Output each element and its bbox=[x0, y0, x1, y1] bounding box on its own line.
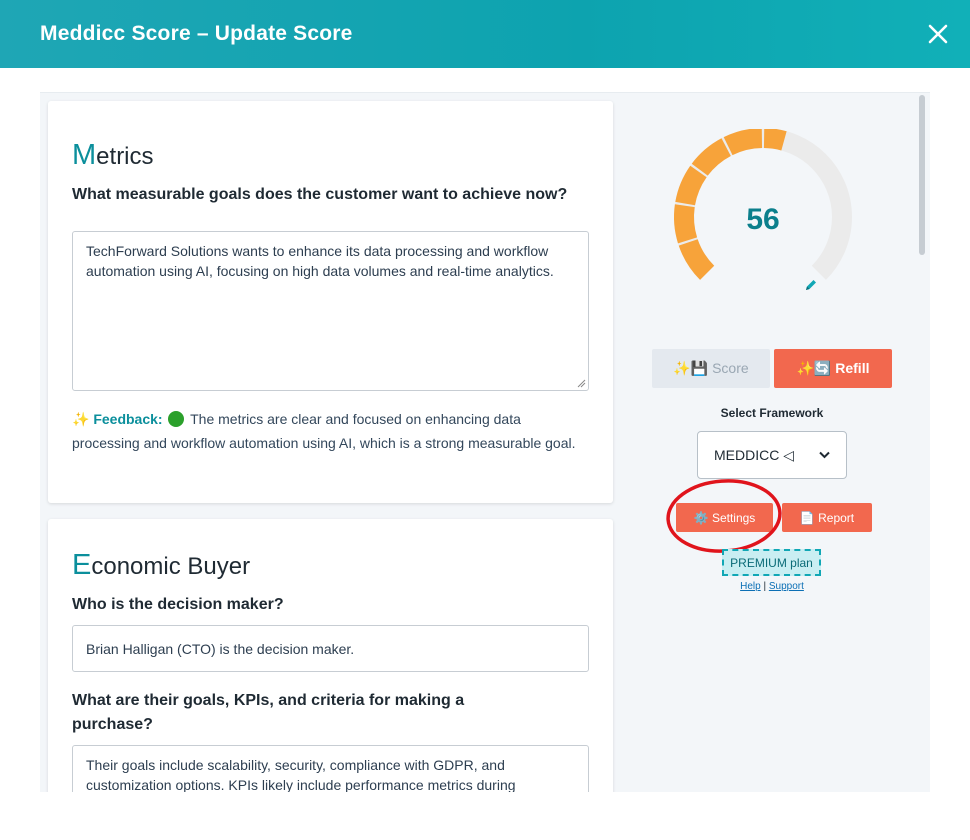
metrics-question: What measurable goals does the customer … bbox=[72, 186, 568, 203]
metrics-title: Metrics bbox=[72, 139, 154, 172]
decision-maker-text: Brian Halligan (CTO) is the decision mak… bbox=[86, 641, 355, 657]
annotation-circle bbox=[666, 479, 782, 553]
modal-header: Meddicc Score – Update Score bbox=[0, 0, 970, 68]
green-status-icon bbox=[168, 411, 185, 427]
modal-body: Metrics What measurable goals does the c… bbox=[40, 92, 930, 792]
refill-button[interactable]: ✨🔄 Refill bbox=[774, 349, 892, 388]
goals-kpis-textarea[interactable]: Their goals include scalability, securit… bbox=[72, 745, 589, 792]
economic-buyer-title-rest: conomic Buyer bbox=[91, 553, 251, 580]
gauge-segment bbox=[691, 138, 732, 176]
support-link[interactable]: Support bbox=[769, 581, 804, 592]
gauge-segment bbox=[723, 129, 763, 156]
help-link[interactable]: Help bbox=[740, 581, 761, 592]
gauge-segment bbox=[675, 165, 707, 206]
gauge-segment bbox=[763, 129, 787, 151]
metrics-feedback: ✨ Feedback: The metrics are clear and fo… bbox=[72, 407, 592, 455]
modal-title: Meddicc Score – Update Score bbox=[40, 22, 353, 45]
feedback-label: Feedback: bbox=[93, 411, 163, 427]
gauge-segment bbox=[678, 238, 715, 280]
economic-buyer-title-initial: E bbox=[72, 549, 92, 581]
scrollbar-thumb[interactable] bbox=[919, 95, 925, 255]
metrics-answer-textarea[interactable]: TechForward Solutions wants to enhance i… bbox=[72, 231, 589, 391]
decision-maker-input[interactable]: Brian Halligan (CTO) is the decision mak… bbox=[72, 625, 589, 672]
sparkle-icon: ✨ bbox=[72, 411, 90, 427]
score-button[interactable]: ✨💾 Score bbox=[652, 349, 770, 388]
premium-plan-badge: PREMIUM plan bbox=[722, 549, 821, 576]
help-links: Help | Support bbox=[692, 581, 852, 592]
report-button[interactable]: 📄 Report bbox=[782, 503, 872, 532]
metrics-answer-text: TechForward Solutions wants to enhance i… bbox=[86, 243, 554, 279]
score-value: 56 bbox=[746, 203, 780, 236]
framework-label: Select Framework bbox=[720, 406, 824, 420]
metrics-title-rest: etrics bbox=[96, 143, 154, 170]
framework-selected-value: MEDDICC ◁ bbox=[714, 446, 794, 463]
link-separator: | bbox=[763, 581, 767, 592]
score-panel: 56 ✨💾 Score ✨🔄 Refill Select Framework M… bbox=[630, 93, 910, 792]
economic-buyer-card: Economic Buyer Who is the decision maker… bbox=[48, 519, 613, 792]
framework-select[interactable]: MEDDICC ◁ bbox=[697, 431, 847, 479]
resize-grip-icon[interactable] bbox=[577, 379, 586, 388]
economic-buyer-title: Economic Buyer bbox=[72, 549, 250, 582]
goals-kpis-text: Their goals include scalability, securit… bbox=[86, 757, 516, 792]
goals-kpis-question: What are their goals, KPIs, and criteria… bbox=[72, 692, 465, 733]
metrics-title-initial: M bbox=[72, 139, 97, 171]
pencil-icon[interactable] bbox=[803, 277, 819, 293]
chevron-down-icon bbox=[819, 451, 830, 459]
close-icon[interactable] bbox=[924, 20, 952, 48]
decision-maker-question: Who is the decision maker? bbox=[72, 596, 284, 613]
metrics-card: Metrics What measurable goals does the c… bbox=[48, 101, 613, 503]
